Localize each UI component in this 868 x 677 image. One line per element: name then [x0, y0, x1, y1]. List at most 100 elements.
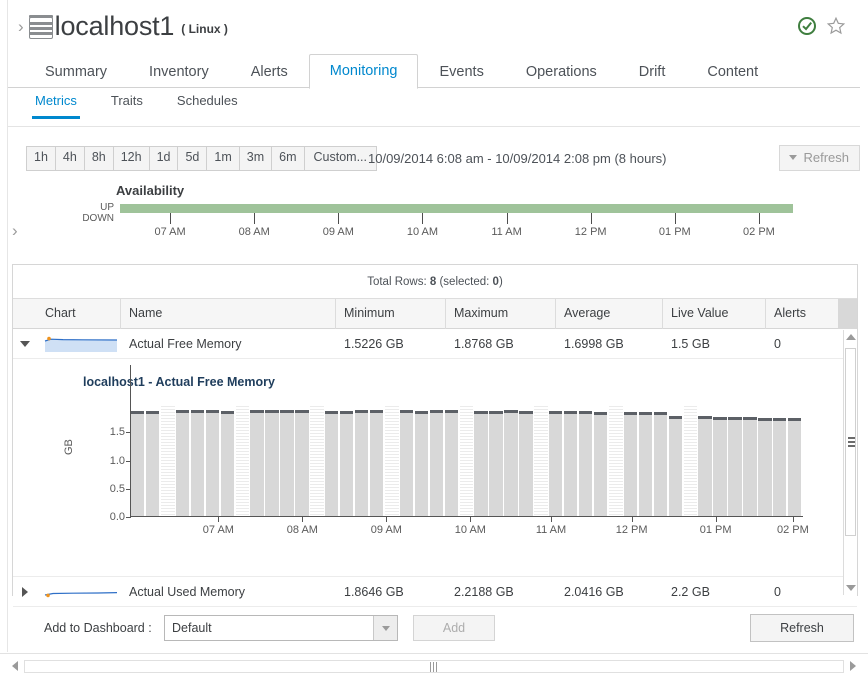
- chart-bar[interactable]: [773, 418, 787, 516]
- page-horizontal-scrollbar[interactable]: [0, 653, 868, 677]
- chart-bar-cap: [728, 417, 742, 421]
- star-outline-icon[interactable]: [826, 16, 846, 36]
- table-row[interactable]: Actual Used Memory 1.8646 GB 2.2188 GB 2…: [13, 577, 857, 607]
- horizontal-scrollbar-track[interactable]: [24, 660, 844, 673]
- chart-bar[interactable]: [623, 412, 638, 516]
- chart-bar[interactable]: [519, 410, 533, 516]
- column-header-maximum[interactable]: Maximum: [446, 299, 556, 329]
- chevron-right-icon[interactable]: ›: [18, 18, 24, 35]
- tab-events[interactable]: Events: [418, 56, 504, 89]
- column-header-live-value[interactable]: Live Value: [663, 299, 766, 329]
- availability-up-band[interactable]: [120, 204, 793, 213]
- tab-inventory[interactable]: Inventory: [128, 56, 230, 89]
- chart-bar[interactable]: [788, 418, 802, 516]
- chart-plot-area[interactable]: 0.0 0.5 1.0 1.5 07 AM 08 AM 09 AM 10 AM 11 AM 12 …: [110, 365, 809, 536]
- time-range-button-1h[interactable]: 1h: [26, 146, 55, 171]
- chart-bar[interactable]: [295, 409, 309, 516]
- chart-y-axis-label: GB: [63, 439, 75, 455]
- chart-bar[interactable]: [429, 409, 443, 516]
- time-range-button-3m[interactable]: 3m: [238, 146, 272, 171]
- column-header-minimum[interactable]: Minimum: [336, 299, 446, 329]
- chart-bar[interactable]: [713, 417, 727, 516]
- row-sparkline[interactable]: [37, 577, 121, 607]
- column-header-name[interactable]: Name: [121, 299, 336, 329]
- availability-expand-icon[interactable]: ›: [12, 222, 18, 239]
- dashboard-select[interactable]: Default: [164, 615, 398, 641]
- time-range-button-8h[interactable]: 8h: [83, 146, 113, 171]
- tab-summary[interactable]: Summary: [24, 56, 128, 89]
- chart-bar[interactable]: [758, 418, 772, 516]
- row-collapse-toggle[interactable]: [13, 329, 37, 359]
- scroll-left-button[interactable]: [8, 659, 22, 673]
- triangle-left-icon: [12, 661, 18, 671]
- chart-bar[interactable]: [489, 410, 503, 516]
- chart-bar[interactable]: [638, 412, 653, 516]
- chart-bar[interactable]: [743, 417, 757, 516]
- chart-bar[interactable]: [250, 409, 264, 516]
- availability-tick-mark: [170, 213, 172, 224]
- chart-bar[interactable]: [175, 409, 190, 516]
- sparkline-icon: [43, 584, 118, 600]
- scroll-right-button[interactable]: [846, 659, 860, 673]
- chart-bar[interactable]: [280, 409, 294, 516]
- subtab-traits[interactable]: Traits: [108, 89, 146, 119]
- add-button[interactable]: Add: [413, 615, 495, 641]
- row-expand-toggle[interactable]: [13, 577, 37, 607]
- chart-bar[interactable]: [414, 410, 429, 516]
- table-row[interactable]: Actual Free Memory 1.5226 GB 1.8768 GB 1…: [13, 329, 857, 359]
- time-range-button-custom[interactable]: Custom...: [303, 146, 378, 171]
- time-range-button-6m[interactable]: 6m: [271, 146, 304, 171]
- chart-bar[interactable]: [131, 410, 145, 516]
- chart-bar-cap: [340, 410, 354, 414]
- chart-bar[interactable]: [444, 409, 458, 516]
- tab-alerts[interactable]: Alerts: [230, 56, 309, 89]
- chart-bar[interactable]: [668, 415, 682, 516]
- scroll-down-button[interactable]: [844, 581, 857, 595]
- refresh-button[interactable]: Refresh: [750, 614, 854, 642]
- tab-content[interactable]: Content: [686, 56, 779, 89]
- refresh-dropdown-button[interactable]: Refresh: [779, 145, 860, 171]
- chart-bar[interactable]: [698, 416, 712, 516]
- subtab-schedules[interactable]: Schedules: [174, 89, 241, 119]
- vertical-scrollbar-thumb[interactable]: [845, 348, 856, 536]
- ok-circle-icon[interactable]: [797, 16, 817, 36]
- availability-tick-mark: [254, 213, 256, 224]
- row-sparkline[interactable]: [37, 329, 121, 359]
- subtab-metrics[interactable]: Metrics: [32, 89, 80, 119]
- chart-bar-cap: [265, 409, 279, 413]
- chart-bar[interactable]: [653, 412, 667, 516]
- chart-bar[interactable]: [265, 409, 279, 516]
- time-range-button-1d[interactable]: 1d: [148, 146, 178, 171]
- chart-bar[interactable]: [549, 410, 563, 516]
- chart-bar[interactable]: [145, 410, 160, 516]
- chart-bar[interactable]: [205, 409, 219, 516]
- chart-bar-cap: [280, 409, 294, 413]
- column-header-chart[interactable]: Chart: [37, 299, 121, 329]
- column-header-alerts[interactable]: Alerts: [766, 299, 838, 329]
- chart-nodata-band: [683, 406, 698, 516]
- chart-bar[interactable]: [504, 409, 518, 516]
- chart-bar[interactable]: [325, 410, 339, 516]
- tab-monitoring[interactable]: Monitoring: [308, 54, 419, 89]
- chart-bar[interactable]: [220, 410, 234, 516]
- chart-bar[interactable]: [369, 409, 384, 516]
- scroll-up-button[interactable]: [844, 330, 857, 344]
- time-range-button-5d[interactable]: 5d: [177, 146, 207, 171]
- tab-operations[interactable]: Operations: [505, 56, 618, 89]
- chart-bar[interactable]: [564, 411, 578, 516]
- time-range-button-1m[interactable]: 1m: [206, 146, 239, 171]
- column-header-average[interactable]: Average: [556, 299, 663, 329]
- chart-bar[interactable]: [474, 410, 488, 516]
- chart-bar[interactable]: [355, 409, 369, 516]
- time-range-button-12h[interactable]: 12h: [112, 146, 149, 171]
- chart-bar[interactable]: [399, 409, 414, 516]
- chart-bar-cap: [549, 410, 563, 414]
- chart-bar[interactable]: [340, 410, 354, 516]
- time-range-button-4h[interactable]: 4h: [54, 146, 84, 171]
- chart-bar[interactable]: [593, 411, 608, 516]
- chart-bar[interactable]: [190, 409, 205, 516]
- chart-bar[interactable]: [579, 411, 593, 516]
- chart-bar[interactable]: [728, 417, 742, 516]
- tab-drift[interactable]: Drift: [618, 56, 687, 89]
- table-vertical-scrollbar[interactable]: [843, 330, 857, 595]
